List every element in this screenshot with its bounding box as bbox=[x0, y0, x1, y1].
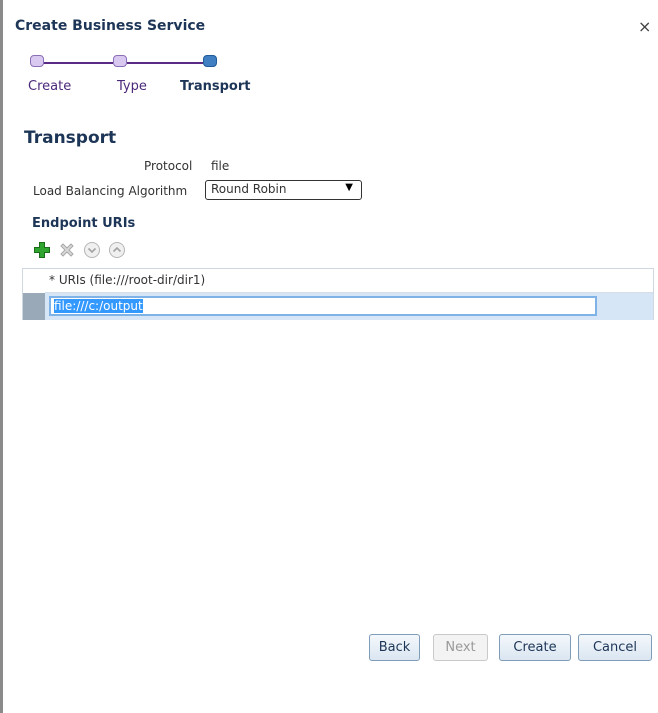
protocol-label: Protocol bbox=[144, 159, 193, 173]
wizard-train: Create Type Transport bbox=[28, 53, 288, 98]
create-button[interactable]: Create bbox=[499, 634, 571, 661]
train-stop-type-icon[interactable] bbox=[113, 55, 127, 67]
column-header-uris[interactable]: * URIs (file:///root-dir/dir1) bbox=[45, 269, 653, 293]
add-icon[interactable] bbox=[33, 241, 51, 259]
train-connector bbox=[127, 62, 203, 64]
uri-input[interactable]: file:///c:/output bbox=[49, 296, 597, 316]
cancel-button[interactable]: Cancel bbox=[578, 634, 652, 661]
close-icon[interactable]: × bbox=[638, 17, 651, 36]
train-label-transport: Transport bbox=[180, 79, 251, 94]
train-connector bbox=[42, 62, 113, 64]
endpoint-uris-title: Endpoint URIs bbox=[32, 216, 136, 231]
table-corner bbox=[23, 269, 46, 293]
load-balancing-value: Round Robin bbox=[211, 182, 287, 196]
protocol-value: file bbox=[211, 159, 230, 173]
table-row[interactable]: file:///c:/output bbox=[23, 293, 653, 320]
dialog-title: Create Business Service bbox=[15, 18, 206, 34]
uri-value: file:///c:/output bbox=[54, 299, 143, 313]
train-label-create[interactable]: Create bbox=[28, 79, 71, 94]
train-stop-transport-icon bbox=[203, 55, 217, 67]
back-button[interactable]: Back bbox=[369, 634, 420, 661]
row-header[interactable] bbox=[23, 293, 45, 320]
load-balancing-label: Load Balancing Algorithm bbox=[33, 184, 188, 198]
load-balancing-select[interactable]: Round Robin ▼ bbox=[205, 180, 362, 200]
next-button[interactable]: Next bbox=[433, 634, 488, 661]
section-title: Transport bbox=[24, 128, 117, 148]
move-up-icon[interactable] bbox=[108, 241, 126, 259]
move-down-icon[interactable] bbox=[83, 241, 101, 259]
train-label-type[interactable]: Type bbox=[117, 79, 147, 94]
dropdown-arrow-icon[interactable]: ▼ bbox=[345, 182, 353, 193]
window-edge bbox=[0, 0, 3, 713]
train-stop-create-icon[interactable] bbox=[30, 55, 44, 67]
delete-icon[interactable] bbox=[58, 241, 76, 259]
endpoint-uris-table: * URIs (file:///root-dir/dir1) file:///c… bbox=[22, 268, 654, 320]
